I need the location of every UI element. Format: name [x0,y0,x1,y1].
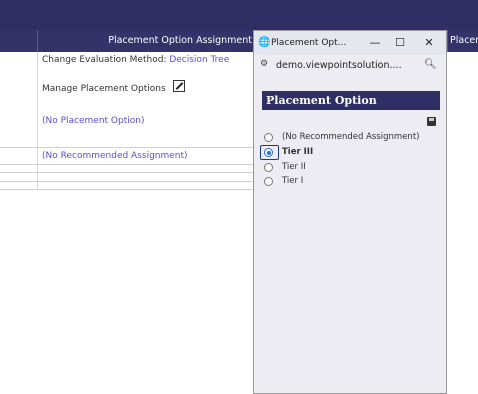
popup-url[interactable]: demo.viewpointsolution.... [276,55,402,77]
no-recommended-assignment-link[interactable]: (No Recommended Assignment) [42,151,188,161]
change-evaluation-label: Change Evaluation Method: [42,55,167,65]
header-column-divider [37,30,38,52]
column-header-placement-partial[interactable]: Placen [450,30,478,52]
zoom-icon[interactable]: 🔍︎ [424,59,437,70]
radio-button[interactable] [264,177,273,186]
option-label: Tier III [282,147,314,157]
site-settings-icon[interactable]: ⚙ [260,59,268,69]
option-label: (No Recommended Assignment) [282,132,420,142]
option-label: Tier I [282,176,304,186]
manage-placement-options-label[interactable]: Manage Placement Options [42,84,166,94]
header-column-divider [447,30,448,52]
radio-button-selected[interactable] [264,148,273,157]
no-placement-option-link[interactable]: (No Placement Option) [42,116,145,126]
save-disk-icon[interactable] [427,117,436,126]
table-row-divider [0,172,254,173]
popup-content: Placement Option (No Recommended Assignm… [254,77,446,393]
table-row-divider [0,189,254,190]
table-column-divider [37,52,38,190]
close-button[interactable]: ✕ [420,31,438,55]
pencil-edit-icon[interactable] [172,80,185,92]
table-row-divider [0,181,254,182]
decision-tree-link[interactable]: Decision Tree [169,55,229,65]
column-header-placement-option-assignment[interactable]: Placement Option Assignment [40,30,252,52]
table-row-divider [0,164,254,165]
radio-button[interactable] [264,163,273,172]
globe-icon: 🌐 [258,37,271,48]
popup-window-title: Placement Opt... [271,38,347,48]
option-label: Tier II [282,162,306,172]
placement-option-heading: Placement Option [262,91,440,110]
change-evaluation-method-row: Change Evaluation Method: Decision Tree [42,55,229,65]
top-navigation-bar [0,0,478,30]
placement-option-popup-window: 🌐 Placement Opt... — ☐ ✕ ⚙ demo.viewpoin… [253,30,447,394]
minimize-button[interactable]: — [366,31,384,55]
radio-button[interactable] [264,133,273,142]
table-row-divider [0,147,254,148]
maximize-button[interactable]: ☐ [391,31,409,55]
manage-placement-options-row[interactable]: Manage Placement Options [42,80,185,94]
popup-title-bar[interactable]: 🌐 Placement Opt... — ☐ ✕ [254,31,446,55]
popup-address-bar: ⚙ demo.viewpointsolution.... 🔍︎ [254,55,446,77]
